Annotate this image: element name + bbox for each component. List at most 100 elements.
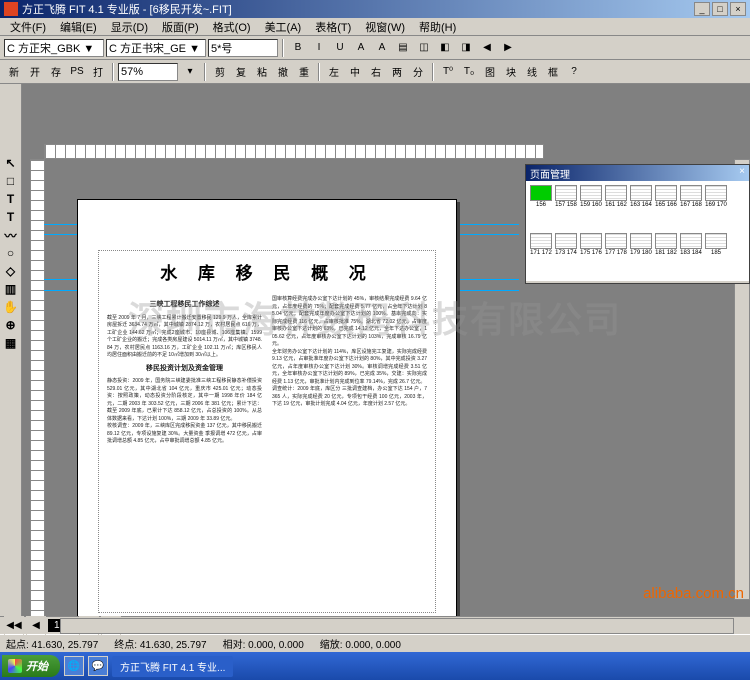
page-thumbnail[interactable]: 185 xyxy=(705,233,727,278)
prev-page-button[interactable]: ◀ xyxy=(26,616,46,636)
menu-item[interactable]: 格式(O) xyxy=(207,18,257,36)
page-thumbnail[interactable]: 177 178 xyxy=(605,233,627,278)
taskbar-item[interactable]: 方正飞腾 FIT 4.1 专业... xyxy=(112,656,233,677)
tool-button[interactable]: ▥ xyxy=(1,280,21,298)
doc-body: 国审核算经费完成办公室下达计划的 45%，审核结果完成经费 9.64 亿元，占年… xyxy=(272,296,427,349)
page-thumbnail[interactable]: 175 176 xyxy=(580,233,602,278)
page-thumbnail[interactable]: 161 162 xyxy=(605,185,627,230)
align-button[interactable]: 中 xyxy=(345,62,365,82)
edit-button[interactable]: 复 xyxy=(231,62,251,82)
ruler-vertical xyxy=(30,159,45,616)
maximize-button[interactable]: □ xyxy=(712,2,728,16)
menu-item[interactable]: 文件(F) xyxy=(4,18,52,36)
format-button[interactable]: ◀ xyxy=(477,38,497,58)
file-button[interactable]: 新 xyxy=(4,62,24,82)
page-manager-panel[interactable]: 页面管理 × 156157 158159 160161 162163 16416… xyxy=(525,164,750,284)
menu-item[interactable]: 显示(D) xyxy=(105,18,154,36)
format-button[interactable]: A xyxy=(351,38,371,58)
format-button[interactable]: ▶ xyxy=(498,38,518,58)
tool-button[interactable]: T xyxy=(1,208,21,226)
tool-button[interactable]: ✋ xyxy=(1,298,21,316)
font-size[interactable]: 5*号 xyxy=(208,39,278,57)
color-button[interactable]: ? xyxy=(564,62,584,82)
quicklaunch-icon[interactable]: 🌐 xyxy=(64,656,84,676)
color-button[interactable]: 框 xyxy=(543,62,563,82)
edit-button[interactable]: 撤 xyxy=(273,62,293,82)
format-button[interactable]: A xyxy=(372,38,392,58)
doc-body: 截至 2009 年 7 月，三峡工程累计搬迁安置移民 129.9 万人，全库累计… xyxy=(107,315,262,360)
menu-item[interactable]: 表格(T) xyxy=(309,18,357,36)
format-button[interactable]: U xyxy=(330,38,350,58)
edit-button[interactable]: 重 xyxy=(294,62,314,82)
quicklaunch-icon[interactable]: 💬 xyxy=(88,656,108,676)
edit-button[interactable]: 粘 xyxy=(252,62,272,82)
align-button[interactable]: 分 xyxy=(408,62,428,82)
align-button[interactable]: 右 xyxy=(366,62,386,82)
align-button[interactable]: 两 xyxy=(387,62,407,82)
tool-button[interactable]: ◇ xyxy=(1,262,21,280)
font-family-1[interactable]: C 方正宋_GBK ▼ xyxy=(4,39,104,57)
start-button[interactable]: 开始 xyxy=(2,655,60,677)
tool-button[interactable]: 〰 xyxy=(1,226,21,244)
color-button[interactable]: 图 xyxy=(480,62,500,82)
panel-close-icon[interactable]: × xyxy=(739,166,745,180)
menu-item[interactable]: 视窗(W) xyxy=(359,18,411,36)
file-button[interactable]: 开 xyxy=(25,62,45,82)
tool-button[interactable]: ○ xyxy=(1,244,21,262)
align-button[interactable]: 左 xyxy=(324,62,344,82)
page-thumbnail[interactable]: 181 182 xyxy=(655,233,677,278)
menu-item[interactable]: 编辑(E) xyxy=(54,18,103,36)
scrollbar-horizontal[interactable] xyxy=(60,618,734,634)
minimize-button[interactable]: _ xyxy=(694,2,710,16)
page-thumbnail[interactable]: 157 158 xyxy=(555,185,577,230)
file-button[interactable]: PS xyxy=(67,62,87,82)
page-thumbnail[interactable]: 183 184 xyxy=(680,233,702,278)
status-scale: 缩放: 0.000, 0.000 xyxy=(320,636,401,651)
page-thumbnail[interactable]: 179 180 xyxy=(630,233,652,278)
menu-item[interactable]: 版面(P) xyxy=(156,18,205,36)
font-family-2[interactable]: C 方正书宋_GE ▼ xyxy=(106,39,206,57)
tool-button[interactable]: □ xyxy=(1,172,21,190)
format-button[interactable]: ◧ xyxy=(435,38,455,58)
panel-title[interactable]: 页面管理 × xyxy=(526,165,749,181)
format-button[interactable]: ▤ xyxy=(393,38,413,58)
page-thumbnail[interactable]: 173 174 xyxy=(555,233,577,278)
page-thumbnail[interactable]: 163 164 xyxy=(630,185,652,230)
close-button[interactable]: × xyxy=(730,2,746,16)
menu-item[interactable]: 帮助(H) xyxy=(413,18,462,36)
edit-button[interactable]: 剪 xyxy=(210,62,230,82)
format-button[interactable]: ◫ xyxy=(414,38,434,58)
tool-palette: ↖□TT〰○◇▥✋⊕▦ xyxy=(0,84,22,616)
page-thumbnail[interactable]: 165 166 xyxy=(655,185,677,230)
page-thumbnail[interactable]: 171 172 xyxy=(530,233,552,278)
windows-icon xyxy=(8,659,22,673)
page-thumbnail[interactable]: 159 160 xyxy=(580,185,602,230)
zoom-arrow[interactable]: ▾ xyxy=(180,62,200,82)
format-button[interactable]: ◨ xyxy=(456,38,476,58)
tool-button[interactable]: ⊕ xyxy=(1,316,21,334)
menu-bar: 文件(F)编辑(E)显示(D)版面(P)格式(O)美工(A)表格(T)视窗(W)… xyxy=(0,18,750,36)
tool-button[interactable]: ↖ xyxy=(1,154,21,172)
page-thumbnail[interactable]: 156 xyxy=(530,185,552,230)
menu-item[interactable]: 美工(A) xyxy=(259,18,308,36)
page-thumbnail[interactable]: 169 170 xyxy=(705,185,727,230)
color-button[interactable]: T⁰ xyxy=(438,62,458,82)
tool-button[interactable]: ▦ xyxy=(1,334,21,352)
color-button[interactable]: 块 xyxy=(501,62,521,82)
status-bar: 起点: 41.630, 25.797 终点: 41.630, 25.797 相对… xyxy=(0,634,750,652)
first-page-button[interactable]: ◀◀ xyxy=(4,616,24,636)
panel-body: 156157 158159 160161 162163 164165 16616… xyxy=(526,181,749,281)
color-button[interactable]: 线 xyxy=(522,62,542,82)
color-button[interactable]: T₀ xyxy=(459,62,479,82)
status-rel: 相对: 0.000, 0.000 xyxy=(223,636,304,651)
page-thumbnail[interactable]: 167 168 xyxy=(680,185,702,230)
tool-button[interactable]: T xyxy=(1,190,21,208)
doc-sub2: 移民投资计划及资金管理 xyxy=(107,364,262,375)
format-button[interactable]: B xyxy=(288,38,308,58)
zoom-combo[interactable]: 57% xyxy=(118,63,178,81)
alibaba-watermark: alibaba.com.cn xyxy=(643,585,744,602)
format-button[interactable]: I xyxy=(309,38,329,58)
file-button[interactable]: 存 xyxy=(46,62,66,82)
file-button[interactable]: 打 xyxy=(88,62,108,82)
document-page[interactable]: 水 库 移 民 概 况 三峡工程移民工作综述 截至 2009 年 7 月，三峡工… xyxy=(77,199,457,616)
